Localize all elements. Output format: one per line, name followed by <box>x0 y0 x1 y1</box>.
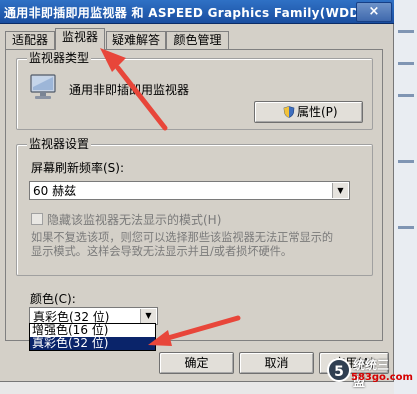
background-window-edge <box>394 0 417 394</box>
display-properties-dialog: 通用非即插即用监视器 和 ASPEED Graphics Family(WDDM… <box>0 0 394 382</box>
refresh-rate-select[interactable]: 60 赫兹 ▼ <box>29 181 350 200</box>
monitor-type-title: 监视器类型 <box>27 51 92 65</box>
close-button[interactable]: × <box>356 2 392 22</box>
monitor-icon <box>30 74 56 99</box>
monitor-settings-title: 监视器设置 <box>27 137 92 151</box>
title-bar: 通用非即插即用监视器 和 ASPEED Graphics Family(WDDM… <box>0 0 394 24</box>
properties-button[interactable]: 属性(P) <box>254 101 363 123</box>
hide-modes-checkbox[interactable] <box>31 213 43 225</box>
description-line-2: 显示模式。这样会导致无法显示并且/或者损坏硬件。 <box>31 245 293 258</box>
monitor-type-group: 监视器类型 通用非即插即用监视器 属性(P) <box>16 51 373 130</box>
hide-modes-label: 隐藏该监视器无法显示的模式(H) <box>47 213 222 227</box>
tab-monitor[interactable]: 监视器 <box>55 28 105 50</box>
ok-button[interactable]: 确定 <box>159 352 234 374</box>
colors-label: 颜色(C): <box>30 292 76 306</box>
colors-dropdown-list: 增强色(16 位) 真彩色(32 位) <box>29 323 156 351</box>
monitor-tab-panel: 监视器类型 通用非即插即用监视器 属性(P) 监视器设置 屏幕刷新频率(S): <box>5 49 383 341</box>
refresh-rate-label: 屏幕刷新频率(S): <box>31 161 125 175</box>
shield-icon <box>283 106 295 118</box>
chevron-down-icon: ▼ <box>140 309 156 323</box>
site-watermark: 5 统统三盟 583go.com <box>327 352 413 390</box>
tab-troubleshoot[interactable]: 疑难解答 <box>106 31 166 49</box>
colors-option-32bit[interactable]: 真彩色(32 位) <box>30 337 155 350</box>
watermark-site: 583go.com <box>351 372 413 383</box>
monitor-settings-group: 监视器设置 屏幕刷新频率(S): 60 赫兹 ▼ 隐藏该监视器无法显示的模式(H… <box>16 137 373 276</box>
chevron-down-icon: ▼ <box>332 183 348 198</box>
properties-button-label: 属性(P) <box>297 105 338 119</box>
cancel-button[interactable]: 取消 <box>239 352 314 374</box>
monitor-device-name: 通用非即插即用监视器 <box>69 83 190 97</box>
tab-adapter[interactable]: 适配器 <box>5 31 55 49</box>
refresh-rate-value: 60 赫兹 <box>33 184 77 198</box>
tab-color-management[interactable]: 颜色管理 <box>166 31 229 49</box>
window-title: 通用非即插即用监视器 和 ASPEED Graphics Family(WDDM… <box>4 6 378 20</box>
watermark-logo-icon: 5 <box>327 358 351 382</box>
